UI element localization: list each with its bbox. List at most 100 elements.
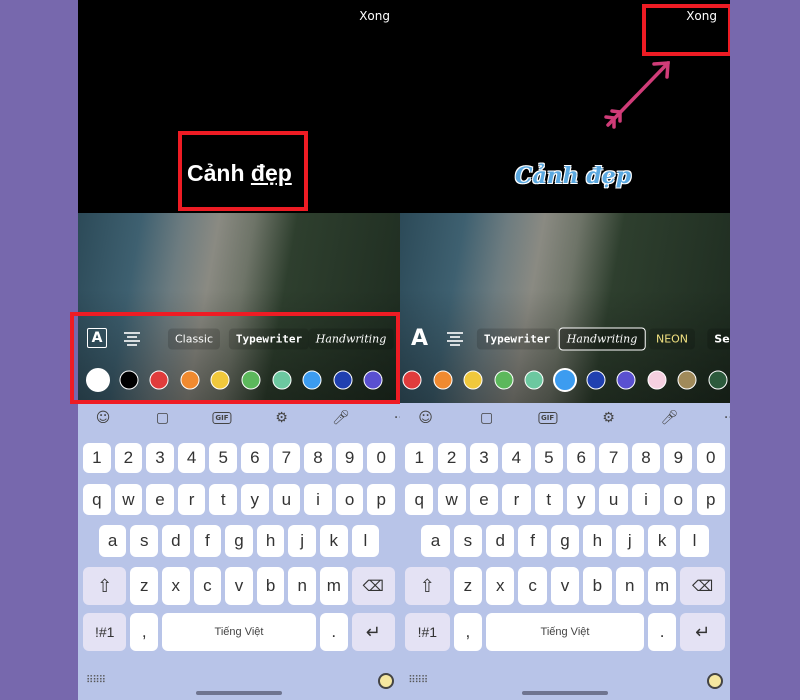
key-8[interactable]: 8 (304, 443, 332, 473)
align-center-icon[interactable] (446, 331, 464, 346)
key-s[interactable]: s (453, 525, 482, 557)
color-swatch[interactable] (463, 370, 483, 390)
key-e[interactable]: e (469, 484, 499, 515)
done-button[interactable]: Xong (359, 9, 390, 23)
color-swatch[interactable] (553, 368, 577, 392)
enter-key[interactable]: ↵ (680, 613, 725, 651)
key-7[interactable]: 7 (599, 443, 628, 473)
key-j[interactable]: j (615, 525, 644, 557)
key-a[interactable]: a (98, 525, 127, 557)
key-j[interactable]: j (288, 525, 316, 557)
key-i[interactable]: i (304, 484, 332, 515)
color-swatch[interactable] (647, 370, 667, 390)
color-swatch[interactable] (494, 370, 514, 390)
key-a[interactable]: a (421, 525, 450, 557)
key-v[interactable]: v (550, 567, 580, 605)
key-g[interactable]: g (550, 525, 580, 557)
key-5[interactable]: 5 (534, 443, 563, 473)
color-swatch[interactable] (524, 370, 544, 390)
key-1[interactable]: 1 (83, 443, 111, 473)
backspace-key[interactable]: ⌫ (680, 567, 725, 605)
color-swatch[interactable] (586, 370, 606, 390)
font-style-typewriter[interactable]: Typewriter (476, 328, 558, 350)
key-r[interactable]: r (502, 484, 531, 515)
backspace-key[interactable]: ⌫ (351, 567, 395, 605)
shift-key[interactable]: ⇧ (405, 567, 450, 605)
microphone-icon[interactable]: 🎤︎ (661, 410, 679, 426)
key-9[interactable]: 9 (664, 443, 693, 473)
key-c[interactable]: c (518, 567, 547, 605)
key-0[interactable]: 0 (696, 443, 725, 473)
key-p[interactable]: p (367, 484, 395, 515)
key-f[interactable]: f (518, 525, 547, 557)
key-x[interactable]: x (162, 567, 190, 605)
key-8[interactable]: 8 (631, 443, 661, 473)
font-style-se[interactable]: Se (707, 328, 730, 350)
key-9[interactable]: 9 (335, 443, 364, 473)
key-y[interactable]: y (241, 484, 269, 515)
key-f[interactable]: f (193, 525, 222, 557)
key-4[interactable]: 4 (502, 443, 531, 473)
period-key[interactable]: . (648, 613, 677, 651)
key-c[interactable]: c (193, 567, 222, 605)
key-5[interactable]: 5 (209, 443, 237, 473)
home-indicator[interactable] (522, 691, 608, 695)
comma-key[interactable]: , (130, 613, 158, 651)
settings-icon[interactable]: ⚙ (275, 410, 288, 426)
key-q[interactable]: q (83, 484, 111, 515)
color-swatch[interactable] (616, 370, 636, 390)
text-style-icon[interactable]: A (409, 326, 429, 351)
gif-icon[interactable]: GIF (537, 412, 558, 424)
key-h[interactable]: h (256, 525, 285, 557)
key-h[interactable]: h (583, 525, 612, 557)
theme-icon[interactable] (707, 673, 724, 689)
key-k[interactable]: k (320, 525, 348, 557)
color-swatch[interactable] (708, 370, 728, 390)
key-g[interactable]: g (225, 525, 253, 557)
key-q[interactable]: q (405, 484, 434, 515)
key-t[interactable]: t (209, 484, 237, 515)
more-icon[interactable]: ··· (724, 410, 730, 426)
color-swatch[interactable] (677, 370, 697, 390)
key-1[interactable]: 1 (405, 443, 434, 473)
key-t[interactable]: t (534, 484, 563, 515)
key-s[interactable]: s (130, 525, 158, 557)
key-v[interactable]: v (225, 567, 253, 605)
keyboard-switch-icon[interactable]: ⠿⠿⠿ (86, 675, 106, 686)
styled-text-overlay[interactable]: Cảnh đẹp (515, 163, 631, 189)
key-z[interactable]: z (453, 567, 482, 605)
microphone-icon[interactable]: 🎤︎ (332, 410, 350, 426)
comma-key[interactable]: , (453, 613, 482, 651)
key-z[interactable]: z (130, 567, 158, 605)
key-l[interactable]: l (351, 525, 380, 557)
shift-key[interactable]: ⇧ (83, 567, 127, 605)
font-style-handwriting[interactable]: Handwriting (558, 327, 646, 351)
key-m[interactable]: m (320, 567, 348, 605)
emoji-icon[interactable]: ☺ (96, 410, 111, 426)
key-b[interactable]: b (256, 567, 285, 605)
key-x[interactable]: x (486, 567, 515, 605)
gif-icon[interactable]: GIF (212, 412, 232, 424)
key-e[interactable]: e (146, 484, 174, 515)
symbols-key[interactable]: !#1 (405, 613, 450, 651)
key-2[interactable]: 2 (437, 443, 466, 473)
font-style-neon[interactable]: NEON (648, 328, 696, 350)
key-p[interactable]: p (696, 484, 725, 515)
keyboard-switch-icon[interactable]: ⠿⠿⠿ (408, 675, 428, 686)
home-indicator[interactable] (196, 691, 282, 695)
color-swatch[interactable] (433, 370, 453, 390)
theme-icon[interactable] (378, 673, 394, 689)
key-o[interactable]: o (664, 484, 693, 515)
key-r[interactable]: r (177, 484, 206, 515)
spacebar[interactable]: Tiếng Việt (486, 613, 644, 651)
key-d[interactable]: d (486, 525, 515, 557)
emoji-icon[interactable]: ☺ (418, 410, 433, 426)
key-2[interactable]: 2 (114, 443, 143, 473)
key-i[interactable]: i (631, 484, 661, 515)
key-d[interactable]: d (162, 525, 190, 557)
spacebar[interactable]: Tiếng Việt (162, 613, 316, 651)
key-m[interactable]: m (648, 567, 677, 605)
key-6[interactable]: 6 (241, 443, 269, 473)
key-w[interactable]: w (114, 484, 143, 515)
enter-key[interactable]: ↵ (351, 613, 395, 651)
